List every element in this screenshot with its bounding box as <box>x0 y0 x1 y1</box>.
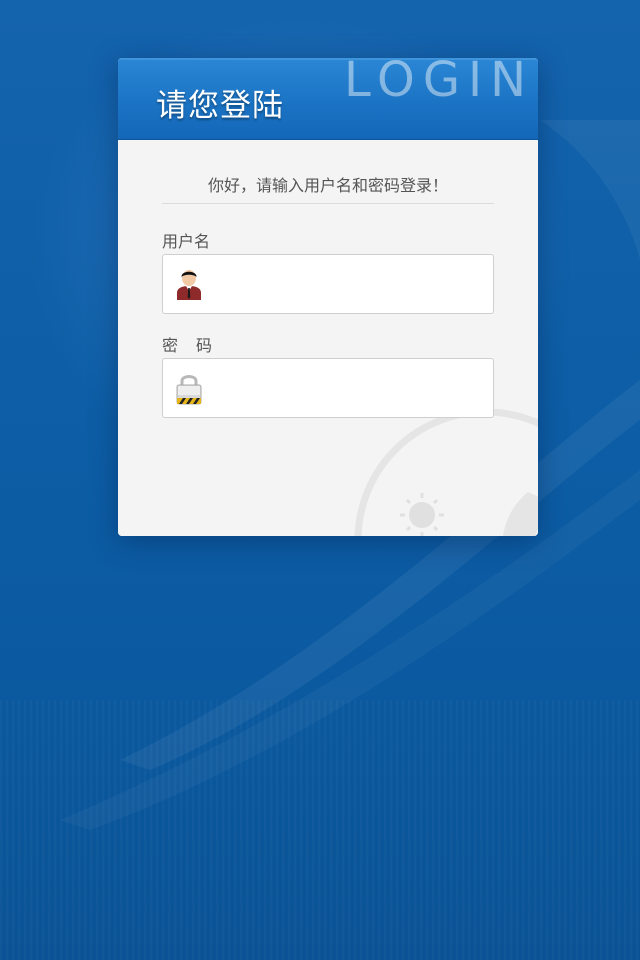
greeting-divider <box>162 203 494 204</box>
user-avatar-icon <box>177 270 201 300</box>
login-card-header: LOGIN 请您登陆 <box>118 58 538 140</box>
password-label: 密码 <box>162 336 231 355</box>
page-title: 请您登陆 <box>156 88 284 124</box>
login-card: LOGIN 请您登陆 你好，请输入用户名和密码登录！ 用户名 密码 <box>118 58 538 536</box>
username-label: 用户名 <box>162 232 211 251</box>
login-form: 你好，请输入用户名和密码登录！ 用户名 密码 <box>118 140 538 536</box>
username-field[interactable] <box>162 254 494 314</box>
password-input[interactable] <box>215 369 487 409</box>
password-field[interactable] <box>162 358 494 418</box>
greeting-text: 你好，请输入用户名和密码登录！ <box>207 176 448 195</box>
padlock-icon <box>176 375 202 405</box>
login-watermark: LOGIN <box>344 58 535 108</box>
username-input[interactable] <box>215 265 487 305</box>
